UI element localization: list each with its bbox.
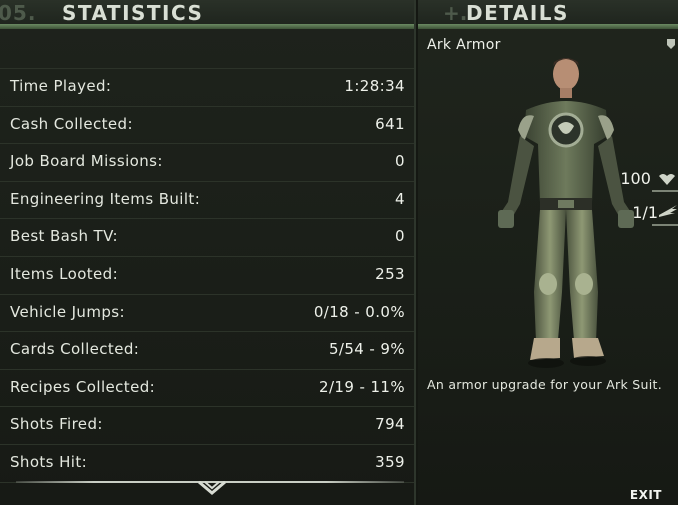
armor-value: 100 [620,169,651,188]
stat-row-cash-collected: Cash Collected: 641 [0,105,416,144]
slots-stat: 1/1 [632,203,658,222]
slots-value: 1/1 [632,203,658,222]
stat-label: Items Looted: [10,264,119,283]
details-title: DETAILS [466,1,569,25]
stat-value: 0 [395,152,405,171]
stat-label: Shots Fired: [10,415,103,434]
stat-value: 2/19 - 11% [319,377,405,396]
header-accent-bar [0,24,416,29]
stat-value: 4 [395,189,405,208]
stat-label: Engineering Items Built: [10,189,201,208]
stat-label: Cards Collected: [10,340,140,359]
stat-value: 5/54 - 9% [328,340,405,359]
stat-value: 1:28:34 [344,77,405,95]
stat-label: Best Bash TV: [10,227,119,246]
stat-label: Recipes Collected: [10,377,156,396]
slots-stat-line [652,224,678,226]
item-name: Ark Armor [427,37,501,53]
panel-divider [414,0,416,505]
stat-row-vehicle-jumps: Vehicle Jumps: 0/18 - 0.0% [0,293,416,332]
section-plus: +. [443,1,468,25]
armor-stat: 100 [620,169,676,188]
header-accent-bar [418,24,678,29]
stat-row-items-looted: Items Looted: 253 [0,255,416,294]
stat-row-shots-fired: Shots Fired: 794 [0,406,416,444]
stat-row-engineering-items: Engineering Items Built: 4 [0,180,416,219]
statistics-panel: 05. STATISTICS Time Played: 1:28:34 Cash… [0,0,416,505]
stat-row-best-bash-tv: Best Bash TV: 0 [0,218,416,256]
details-panel: +. DETAILS Ark Armor 100 1/1 An armor up… [418,0,678,505]
stat-label: Cash Collected: [10,114,133,133]
armor-icon [659,174,675,185]
stat-value: 253 [375,264,405,283]
stat-row-job-board-missions: Job Board Missions: 0 [0,143,416,181]
statistics-list[interactable]: Time Played: 1:28:34 Cash Collected: 641… [0,68,416,483]
character-model [498,58,634,368]
details-header: +. DETAILS [418,0,678,25]
shield-icon [667,39,675,49]
statistics-title: STATISTICS [62,1,204,24]
stat-label: Vehicle Jumps: [10,302,125,321]
item-description: An armor upgrade for your Ark Suit. [427,377,662,392]
stat-value: 641 [375,114,405,133]
stat-label: Time Played: [10,77,112,95]
chevron-down-icon[interactable] [196,477,228,501]
wing-icon [659,205,677,217]
stat-value: 359 [375,452,405,471]
stat-value: 0 [395,227,405,246]
stat-row-time-played: Time Played: 1:28:34 [0,68,416,106]
stat-value: 0/18 - 0.0% [313,302,405,321]
section-number: 05. [0,1,37,24]
stat-value: 794 [375,415,405,434]
stat-label: Job Board Missions: [10,152,163,171]
stat-row-recipes-collected: Recipes Collected: 2/19 - 11% [0,368,416,407]
exit-button[interactable]: EXIT [630,488,662,502]
statistics-header: 05. STATISTICS [0,0,416,24]
stat-row-cards-collected: Cards Collected: 5/54 - 9% [0,331,416,369]
stat-label: Shots Hit: [10,452,88,471]
armor-stat-line [652,190,678,192]
